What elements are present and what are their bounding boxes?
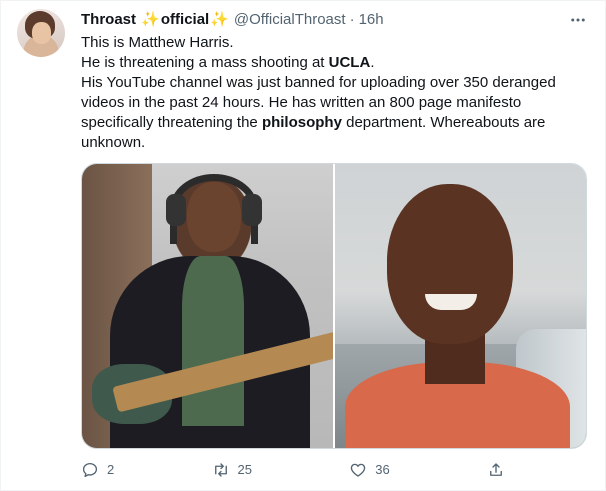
tweet-line: His YouTube channel was just banned for … bbox=[81, 73, 581, 153]
display-name[interactable]: Throast ✨official✨ bbox=[81, 10, 230, 30]
retweet-button[interactable]: 25 bbox=[212, 461, 252, 479]
reply-button[interactable]: 2 bbox=[81, 461, 114, 479]
tweet-header: Throast ✨official✨ @OfficialThroast · 16… bbox=[81, 10, 589, 30]
more-horizontal-icon bbox=[571, 18, 585, 22]
sparkle-icon: ✨ bbox=[210, 11, 229, 28]
user-handle[interactable]: @OfficialThroast bbox=[234, 10, 346, 30]
avatar[interactable] bbox=[17, 9, 65, 57]
like-button[interactable]: 36 bbox=[349, 461, 390, 479]
reply-icon bbox=[82, 462, 98, 478]
reply-count: 2 bbox=[107, 462, 115, 477]
headphones-icon bbox=[166, 194, 186, 226]
media-grid bbox=[81, 163, 587, 449]
retweet-icon bbox=[214, 463, 227, 477]
separator-dot: · bbox=[349, 11, 355, 28]
bold-text: philosophy bbox=[261, 114, 342, 131]
headphones-icon bbox=[242, 194, 262, 226]
retweet-count: 25 bbox=[237, 462, 252, 477]
tweet-line: He is threatening a mass shooting at UCL… bbox=[81, 53, 581, 73]
photo-figure bbox=[387, 184, 513, 344]
tweet-card[interactable]: Throast ✨official✨ @OfficialThroast · 16… bbox=[0, 0, 606, 491]
sparkle-icon: ✨ bbox=[141, 11, 160, 28]
photo-portrait[interactable] bbox=[335, 164, 586, 448]
timestamp[interactable]: 16h bbox=[359, 10, 384, 30]
tweet-text: This is Matthew Harris. He is threatenin… bbox=[81, 33, 581, 153]
share-icon bbox=[490, 463, 502, 476]
photo-figure bbox=[425, 294, 477, 310]
action-bar: 2 25 36 bbox=[81, 460, 505, 480]
display-name-suffix: official bbox=[160, 11, 210, 28]
bold-text: UCLA bbox=[328, 54, 371, 71]
photo-guitarist[interactable] bbox=[82, 164, 333, 448]
tweet-line: This is Matthew Harris. bbox=[81, 34, 234, 51]
share-button[interactable] bbox=[487, 461, 505, 479]
photo-figure bbox=[182, 256, 244, 426]
text-segment: He is threatening a mass shooting at bbox=[81, 54, 329, 71]
heart-icon bbox=[351, 463, 366, 477]
like-count: 36 bbox=[375, 462, 390, 477]
more-options-button[interactable] bbox=[567, 9, 589, 31]
display-name-text: Throast bbox=[81, 11, 137, 28]
text-segment: . bbox=[370, 54, 375, 71]
